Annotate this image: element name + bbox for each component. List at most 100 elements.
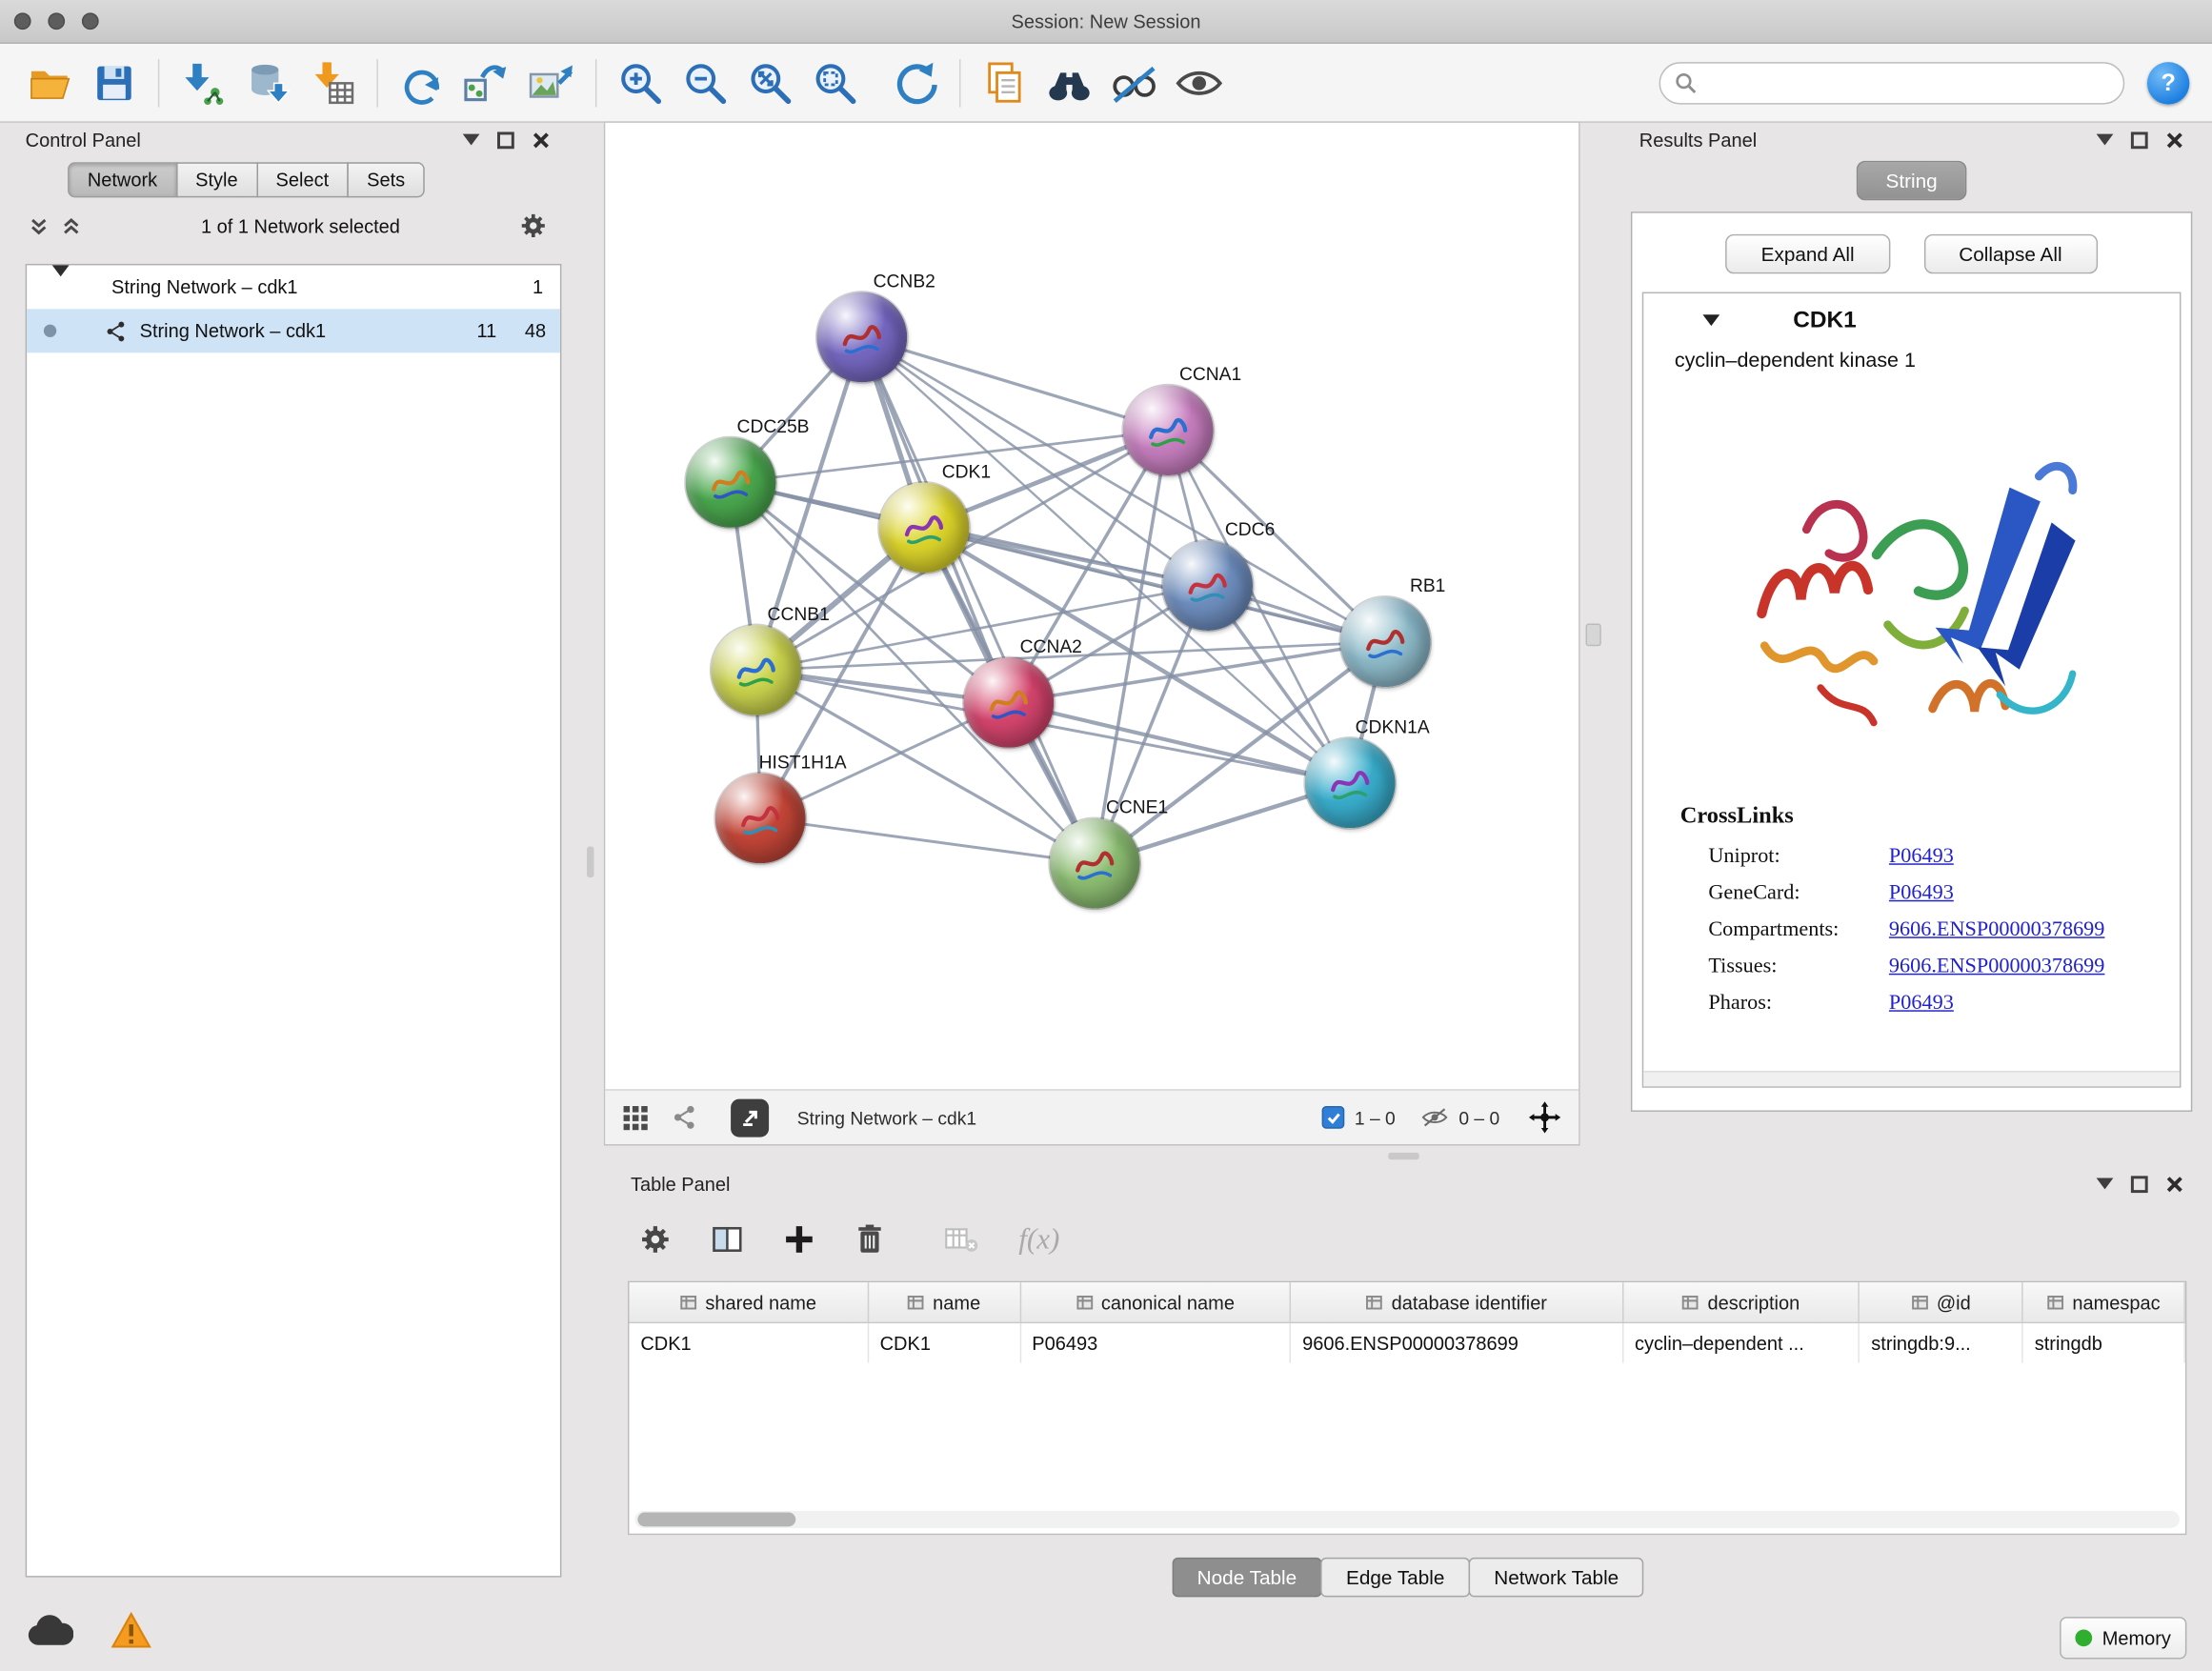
crosslink-link[interactable]: P06493 — [1889, 991, 1954, 1015]
node-CCNB2[interactable] — [816, 292, 907, 383]
results-scrollbar[interactable] — [1643, 1071, 2180, 1086]
cloud-icon[interactable] — [26, 1613, 73, 1650]
node-CCNE1[interactable] — [1050, 818, 1140, 909]
network-canvas[interactable]: CCNB2CCNA1CDC25BCDK1CDC6RB1CCNB1CCNA2CDK… — [605, 123, 1579, 1091]
binoculars-icon[interactable] — [1041, 54, 1097, 111]
tab-network-table[interactable]: Network Table — [1469, 1558, 1644, 1597]
new-network-from-selection-icon[interactable] — [458, 54, 514, 111]
node-CDC6[interactable] — [1162, 540, 1253, 631]
table-cell[interactable]: cyclin–dependent ... — [1623, 1323, 1860, 1362]
open-session-icon[interactable] — [21, 54, 77, 111]
crosslink-link[interactable]: P06493 — [1889, 881, 1954, 905]
tab-select[interactable]: Select — [256, 162, 349, 197]
float-panel-icon[interactable] — [496, 131, 514, 149]
save-session-icon[interactable] — [86, 54, 142, 111]
export-image-icon[interactable] — [523, 54, 579, 111]
tab-edge-table[interactable]: Edge Table — [1320, 1558, 1470, 1597]
zoom-fit-content-icon[interactable] — [742, 54, 798, 111]
network-collection-row[interactable]: String Network – cdk1 1 — [27, 265, 560, 309]
expand-all-icon[interactable] — [61, 215, 82, 236]
network-overview-icon[interactable] — [672, 1105, 697, 1131]
table-cell[interactable]: stringdb:9... — [1860, 1323, 2022, 1362]
panel-menu-icon[interactable] — [2097, 134, 2114, 146]
column-header[interactable]: database identifier — [1291, 1282, 1623, 1321]
tab-network[interactable]: Network — [68, 162, 177, 197]
import-table-file-icon[interactable] — [305, 54, 361, 111]
float-panel-icon[interactable] — [2130, 131, 2148, 149]
node-CCNA2[interactable] — [963, 657, 1054, 748]
table-row[interactable]: CDK1 CDK1 P06493 9606.ENSP00000378699 cy… — [629, 1323, 2184, 1362]
panel-menu-icon[interactable] — [2097, 1178, 2114, 1190]
selected-checkbox-icon[interactable] — [1322, 1106, 1345, 1129]
duplicate-network-icon[interactable] — [976, 54, 1033, 111]
grid-view-icon[interactable] — [622, 1104, 649, 1131]
section-collapse-icon[interactable] — [1702, 314, 1719, 326]
panel-menu-icon[interactable] — [463, 134, 480, 146]
show-graphics-details-icon[interactable] — [1171, 54, 1227, 111]
node-CCNA1[interactable] — [1123, 385, 1214, 475]
node-HIST1H1A[interactable] — [715, 774, 806, 864]
minimize-window-button[interactable] — [48, 12, 65, 30]
column-header[interactable]: namespac — [2023, 1282, 2185, 1321]
node-CDKN1A[interactable] — [1305, 738, 1396, 829]
crosslink-link[interactable]: 9606.ENSP00000378699 — [1889, 917, 2104, 941]
column-header[interactable]: shared name — [629, 1282, 868, 1321]
close-panel-icon[interactable] — [2165, 131, 2183, 149]
expand-all-button[interactable]: Expand All — [1726, 234, 1890, 273]
apply-layout-icon[interactable] — [887, 54, 943, 111]
tab-node-table[interactable]: Node Table — [1172, 1558, 1322, 1597]
zoom-out-icon[interactable] — [677, 54, 734, 111]
column-header[interactable]: name — [869, 1282, 1021, 1321]
table-cell[interactable]: CDK1 — [869, 1323, 1021, 1362]
table-cell[interactable]: stringdb — [2023, 1323, 2185, 1362]
tab-style[interactable]: Style — [175, 162, 257, 197]
search-box[interactable] — [1659, 61, 2125, 103]
horizontal-scrollbar[interactable] — [634, 1511, 2180, 1528]
edge-HIST1H1A-CCNE1[interactable] — [760, 818, 1095, 863]
pan-crosshair-icon[interactable] — [1528, 1100, 1562, 1135]
crosslink-link[interactable]: 9606.ENSP00000378699 — [1889, 955, 2104, 978]
vertical-splitter[interactable] — [587, 847, 593, 878]
zoom-selected-icon[interactable] — [807, 54, 863, 111]
edge-CCNB2-CCNA1[interactable] — [862, 337, 1168, 431]
help-button[interactable]: ? — [2147, 61, 2189, 103]
clear-table-icon[interactable] — [944, 1222, 979, 1255]
tab-sets[interactable]: Sets — [347, 162, 424, 197]
column-header[interactable]: @id — [1860, 1282, 2022, 1321]
network-splitter-grip[interactable] — [1586, 624, 1601, 647]
import-network-file-icon[interactable] — [175, 54, 231, 111]
table-cell[interactable]: 9606.ENSP00000378699 — [1291, 1323, 1623, 1362]
columns-icon[interactable] — [711, 1222, 743, 1255]
node-CDK1[interactable] — [879, 482, 970, 573]
edge-CCNB2-CCNE1[interactable] — [862, 337, 1095, 863]
table-cell[interactable]: P06493 — [1020, 1323, 1291, 1362]
import-network-database-icon[interactable] — [240, 54, 296, 111]
detach-view-button[interactable] — [731, 1098, 769, 1137]
node-RB1[interactable] — [1340, 596, 1431, 687]
add-column-icon[interactable] — [783, 1222, 815, 1255]
crosslink-link[interactable]: P06493 — [1889, 844, 1954, 868]
column-header[interactable]: description — [1623, 1282, 1860, 1321]
column-header[interactable]: canonical name — [1020, 1282, 1291, 1321]
tab-string[interactable]: String — [1856, 161, 1966, 200]
table-cell[interactable]: CDK1 — [629, 1323, 868, 1362]
close-window-button[interactable] — [14, 12, 31, 30]
close-panel-icon[interactable] — [532, 131, 550, 149]
undo-network-icon[interactable] — [393, 54, 450, 111]
float-panel-icon[interactable] — [2130, 1175, 2148, 1193]
gear-icon[interactable] — [639, 1222, 672, 1255]
close-panel-icon[interactable] — [2165, 1175, 2183, 1193]
node-CCNB1[interactable] — [711, 625, 801, 715]
hide-graphics-details-icon[interactable] — [1106, 54, 1162, 111]
delete-icon[interactable] — [855, 1222, 884, 1255]
hidden-eye-icon[interactable] — [1420, 1106, 1449, 1129]
scrollbar-thumb[interactable] — [637, 1513, 795, 1527]
zoom-window-button[interactable] — [82, 12, 99, 30]
collapse-all-icon[interactable] — [29, 215, 50, 236]
collection-collapse-icon[interactable] — [52, 276, 70, 297]
horizontal-splitter[interactable] — [1388, 1153, 1419, 1159]
zoom-in-icon[interactable] — [613, 54, 669, 111]
memory-button[interactable]: Memory — [2060, 1617, 2186, 1659]
search-input[interactable] — [1707, 70, 2109, 94]
warning-icon[interactable] — [111, 1611, 152, 1650]
